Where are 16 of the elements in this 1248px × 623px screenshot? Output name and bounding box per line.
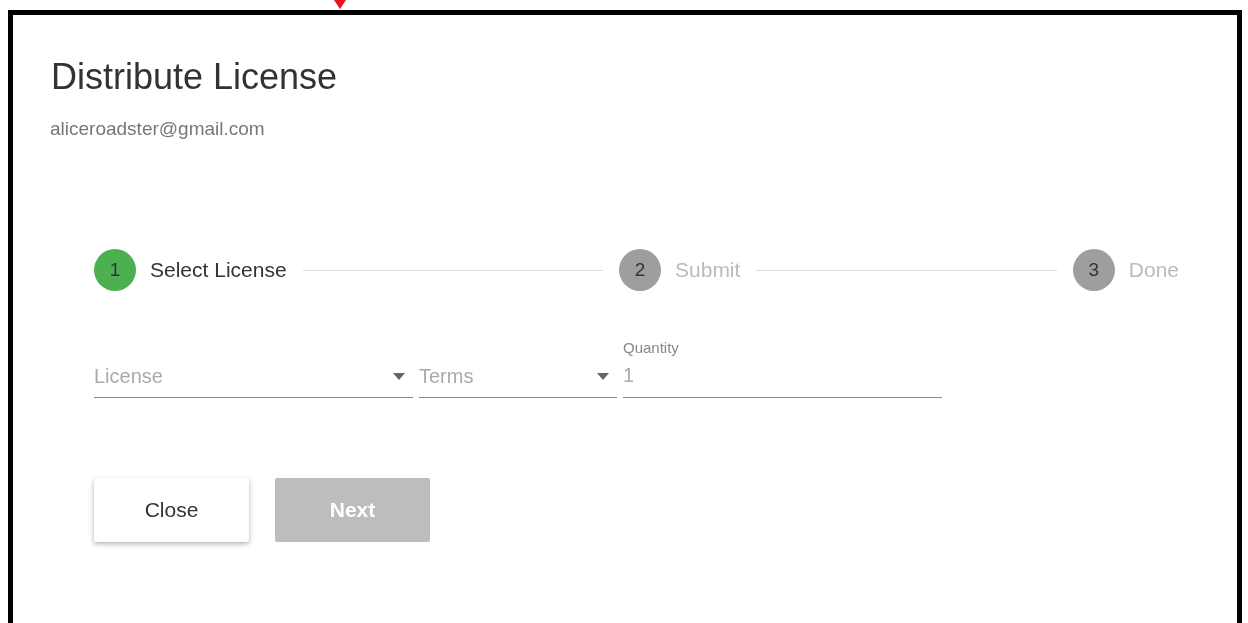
dialog-title: Distribute License <box>50 55 339 97</box>
input-field[interactable]: 1 <box>623 360 942 398</box>
caret-icon <box>393 373 405 380</box>
step-label: Done <box>1128 258 1179 282</box>
pointer-arrow-icon <box>334 0 346 9</box>
caret-icon <box>597 373 609 380</box>
step-number: 2 <box>619 249 661 291</box>
account-email: aliceroadster@gmail.com <box>49 117 266 141</box>
step-label: Submit <box>675 258 741 282</box>
step-number: 1 <box>94 249 136 291</box>
select-field[interactable]: License <box>94 360 413 398</box>
select-field[interactable]: Terms <box>419 360 617 398</box>
field-label: Quantity <box>623 339 680 356</box>
step-label: Select License <box>150 258 287 282</box>
dialog-button[interactable]: Close <box>94 478 249 542</box>
step-number: 3 <box>1072 249 1115 291</box>
